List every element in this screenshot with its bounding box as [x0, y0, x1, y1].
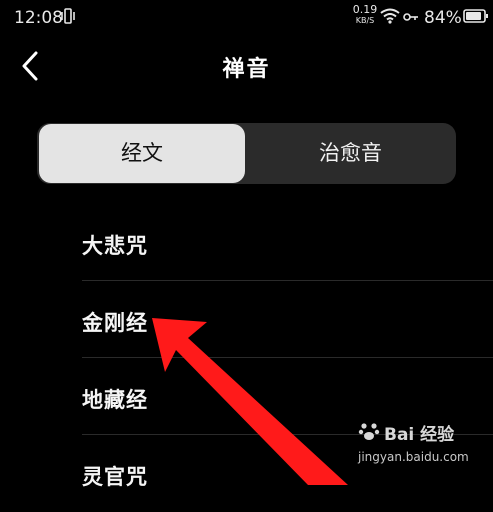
wifi-icon	[380, 8, 400, 24]
page-title: 禅音	[222, 57, 271, 82]
list-item-label: 地藏经	[82, 388, 148, 412]
list-item-label: 灵官咒	[82, 465, 148, 489]
baidu-jingyan-watermark: Bai 经验 jingyan.baidu.com	[358, 420, 488, 476]
list-item[interactable]: 金刚经	[0, 281, 493, 358]
battery-icon	[463, 9, 488, 23]
network-speed-value: 0.19	[352, 3, 378, 16]
watermark-brand: Bai 经验	[384, 425, 455, 445]
network-speed: 0.19 KB/S	[352, 3, 378, 26]
list-item[interactable]: 大悲咒	[0, 204, 493, 281]
list-item-label: 金刚经	[82, 311, 148, 335]
network-speed-unit: KB/S	[355, 16, 375, 25]
tab-zhiyuyin[interactable]: 治愈音	[245, 123, 456, 184]
list-item-label: 大悲咒	[82, 234, 148, 258]
tab-jingwen[interactable]: 经文	[39, 124, 245, 183]
paw-logo-icon	[358, 423, 380, 440]
key-icon	[403, 13, 418, 21]
watermark-url: jingyan.baidu.com	[358, 450, 469, 464]
battery-percent: 84%	[424, 8, 462, 28]
segmented-tabs: 经文 治愈音	[37, 123, 456, 184]
status-time: 12:08	[14, 8, 63, 28]
vibrate-icon	[61, 8, 75, 24]
status-bar: 12:08 0.19 KB/S 84%	[0, 0, 493, 34]
